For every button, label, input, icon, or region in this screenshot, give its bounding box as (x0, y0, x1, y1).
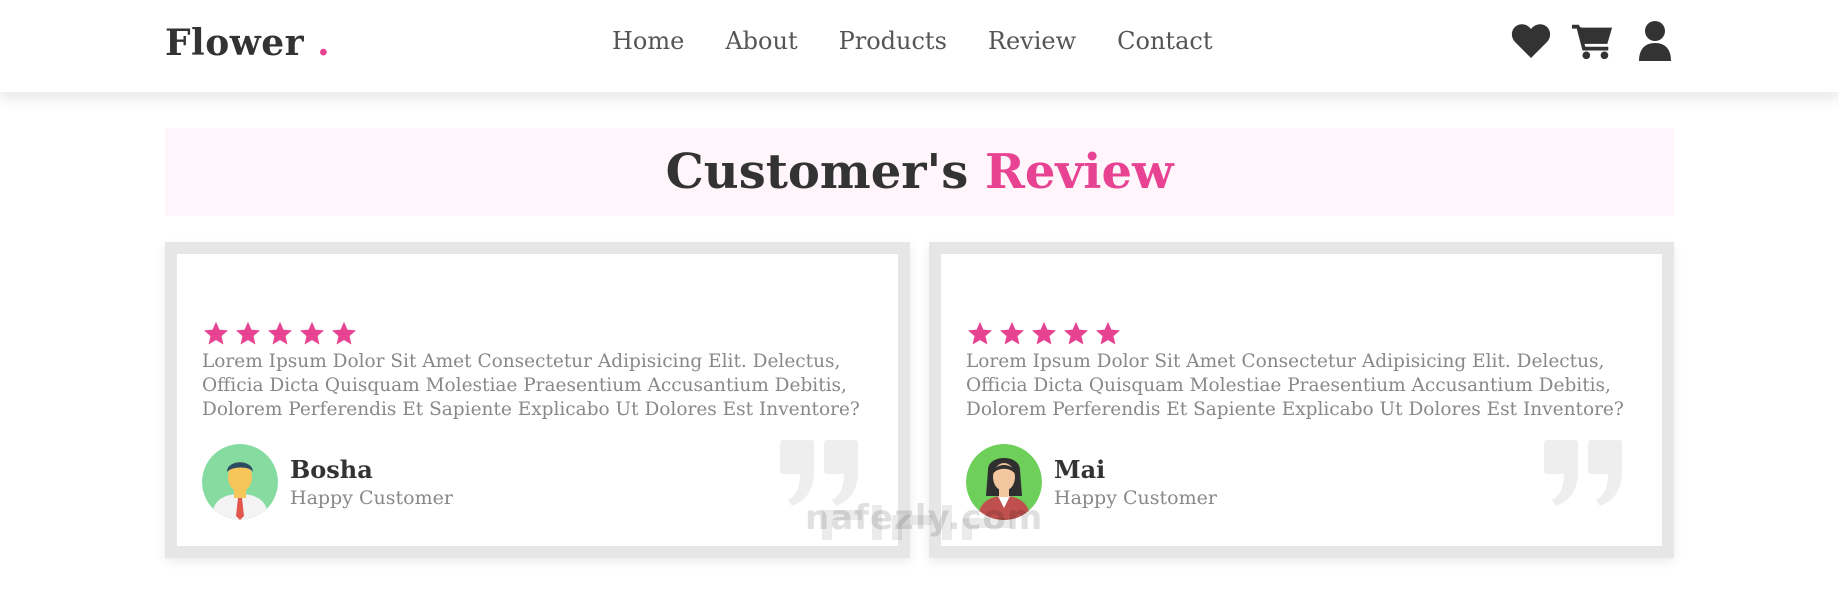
star-icon (967, 321, 993, 345)
review-card: Lorem Ipsum Dolor Sit Amet Consectetur A… (165, 242, 910, 558)
reviewer-info: Bosha Happy Customer (290, 455, 453, 509)
section-title-band: Customer's Review (165, 128, 1674, 216)
star-icon (1031, 321, 1057, 345)
nav-contact[interactable]: Contact (1117, 27, 1212, 55)
review-text: Lorem Ipsum Dolor Sit Amet Consectetur A… (966, 351, 1624, 420)
main-nav: Home About Products Review Contact (612, 27, 1212, 55)
logo-dot: . (317, 22, 331, 64)
reviewer-role: Happy Customer (1054, 487, 1217, 509)
reviewer-info: Mai Happy Customer (1054, 455, 1217, 509)
reviewer: Bosha Happy Customer (202, 444, 453, 520)
nav-review[interactable]: Review (988, 27, 1076, 55)
star-icon (203, 321, 229, 345)
star-icon (331, 321, 357, 345)
nav-products[interactable]: Products (839, 27, 947, 55)
star-icon (1095, 321, 1121, 345)
cart-icon[interactable] (1572, 20, 1614, 62)
review-text: Lorem Ipsum Dolor Sit Amet Consectetur A… (202, 351, 860, 420)
section-title: Customer's Review (666, 144, 1174, 200)
quote-icon (1544, 440, 1624, 510)
star-icon (267, 321, 293, 345)
section-title-accent: Review (984, 144, 1174, 200)
logo-text: Flower (165, 22, 305, 64)
section-title-main: Customer's (665, 144, 969, 200)
nav-about[interactable]: About (725, 27, 797, 55)
reviewer-name: Mai (1054, 455, 1106, 484)
star-rating (202, 320, 358, 348)
reviewer-role: Happy Customer (290, 487, 453, 509)
heart-icon[interactable] (1510, 20, 1552, 62)
star-rating (966, 320, 1122, 348)
reviewer-name: Bosha (290, 455, 373, 484)
avatar (202, 444, 278, 520)
star-icon (299, 321, 325, 345)
star-icon (235, 321, 261, 345)
site-header: Flower . Home About Products Review Cont… (0, 0, 1839, 92)
star-icon (1063, 321, 1089, 345)
logo[interactable]: Flower . (165, 22, 330, 64)
watermark-text: nafezly.com (805, 498, 1044, 538)
nav-home[interactable]: Home (612, 27, 684, 55)
header-icons (1510, 20, 1676, 62)
star-icon (999, 321, 1025, 345)
user-icon[interactable] (1634, 20, 1676, 62)
